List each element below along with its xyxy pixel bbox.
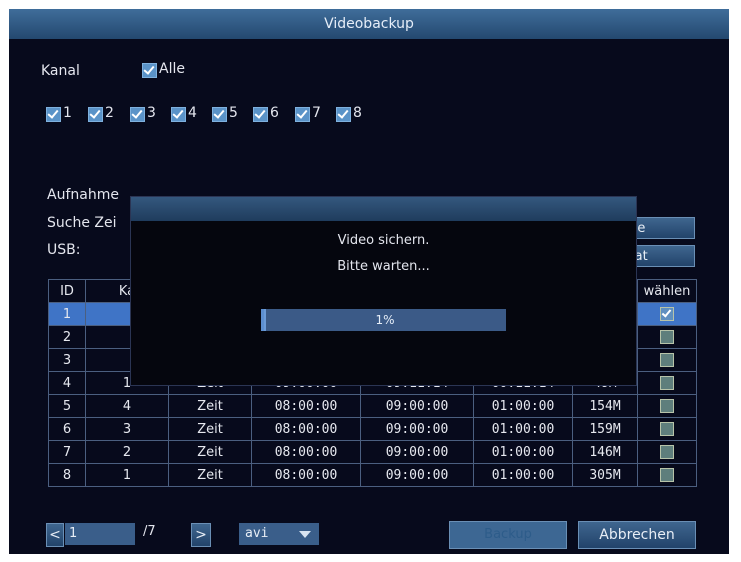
cell-length: 01:00:00 [473,417,573,441]
progress-text: 1% [375,313,395,327]
cell-id: 8 [48,463,86,487]
row-select-checkbox[interactable] [660,330,674,344]
cell-size: 159M [572,417,638,441]
cell-start: 08:00:00 [251,417,361,441]
cell-channel: 1 [85,463,169,487]
cell-select [637,394,697,418]
cell-type: Zeit [168,463,252,487]
channel-checkbox[interactable] [295,107,310,122]
cell-type: Zeit [168,440,252,464]
cell-select [637,440,697,464]
row-select-checkbox[interactable] [660,399,674,413]
cell-start: 08:00:00 [251,463,361,487]
cell-select [637,417,697,441]
cell-select [637,371,697,395]
row-select-checkbox[interactable] [660,445,674,459]
cell-id: 3 [48,348,86,372]
cell-id: 7 [48,440,86,464]
cell-channel: 4 [85,394,169,418]
cell-id: 6 [48,417,86,441]
cell-start: 08:00:00 [251,394,361,418]
dialog-message-line2: Bitte warten... [337,259,430,274]
channel-all-label: Alle [159,61,185,77]
format-value: avi [245,526,269,541]
cell-end: 09:00:00 [360,463,474,487]
cell-size: 154M [572,394,638,418]
chevron-left-icon: < [49,527,61,543]
chevron-right-icon: > [195,527,207,543]
channel-checkbox[interactable] [253,107,268,122]
cell-type: Zeit [168,417,252,441]
cell-select [637,302,697,326]
channel-checkbox[interactable] [171,107,186,122]
cell-channel: 2 [85,440,169,464]
backup-button[interactable]: Backup [449,521,567,549]
next-page-button[interactable]: > [191,523,211,547]
backup-progress-dialog: Video sichern. Bitte warten... 1% [130,196,637,386]
header-select: wählen [637,279,697,303]
cell-length: 01:00:00 [473,394,573,418]
cell-select [637,325,697,349]
cell-start: 08:00:00 [251,440,361,464]
channel-number: 1 [63,105,72,121]
format-select[interactable]: avi [239,523,319,545]
search-time-label: Suche Zei [47,215,117,231]
cell-end: 09:00:00 [360,394,474,418]
cell-end: 09:00:00 [360,417,474,441]
channel-number: 4 [188,105,197,121]
channel-checkbox[interactable] [130,107,145,122]
header-id: ID [48,279,86,303]
channel-number: 2 [105,105,114,121]
videobackup-window: Videobackup Kanal Alle 12345678 Aufnahme… [9,9,729,554]
channel-number: 6 [270,105,279,121]
cell-id: 5 [48,394,86,418]
table-row[interactable]: 8 1 Zeit 08:00:00 09:00:00 01:00:00 305M [48,463,697,487]
cell-id: 2 [48,325,86,349]
channel-label: Kanal [41,63,80,79]
prev-page-button[interactable]: < [46,523,64,547]
row-select-checkbox[interactable] [660,422,674,436]
backup-progress-bar: 1% [261,309,506,331]
cell-select [637,463,697,487]
row-select-checkbox[interactable] [660,353,674,367]
cell-size: 305M [572,463,638,487]
channel-number: 3 [147,105,156,121]
channel-checkbox[interactable] [336,107,351,122]
dialog-message-line1: Video sichern. [337,233,430,248]
window-title: Videobackup [9,9,729,39]
dialog-titlebar [131,197,636,221]
chevron-down-icon [299,531,311,538]
channel-all-checkbox[interactable] [142,63,157,78]
cancel-button[interactable]: Abbrechen [578,521,696,549]
usb-label: USB: [47,242,81,258]
cell-end: 09:00:00 [360,440,474,464]
channel-checkbox[interactable] [212,107,227,122]
page-total: /7 [143,524,156,539]
table-row[interactable]: 7 2 Zeit 08:00:00 09:00:00 01:00:00 146M [48,440,697,464]
channel-checkbox[interactable] [46,107,61,122]
cell-type: Zeit [168,394,252,418]
record-label: Aufnahme [47,187,119,203]
page-number-input[interactable]: 1 [65,523,135,545]
channel-number: 7 [312,105,321,121]
channel-checkbox[interactable] [88,107,103,122]
row-select-checkbox[interactable] [660,376,674,390]
cell-id: 1 [48,302,86,326]
cell-length: 01:00:00 [473,463,573,487]
table-row[interactable]: 5 4 Zeit 08:00:00 09:00:00 01:00:00 154M [48,394,697,418]
cell-id: 4 [48,371,86,395]
cell-length: 01:00:00 [473,440,573,464]
cell-size: 146M [572,440,638,464]
cell-select [637,348,697,372]
row-select-checkbox[interactable] [660,468,674,482]
table-row[interactable]: 6 3 Zeit 08:00:00 09:00:00 01:00:00 159M [48,417,697,441]
channel-number: 8 [353,105,362,121]
channel-number: 5 [229,105,238,121]
row-select-checkbox[interactable] [660,307,674,321]
cell-channel: 3 [85,417,169,441]
